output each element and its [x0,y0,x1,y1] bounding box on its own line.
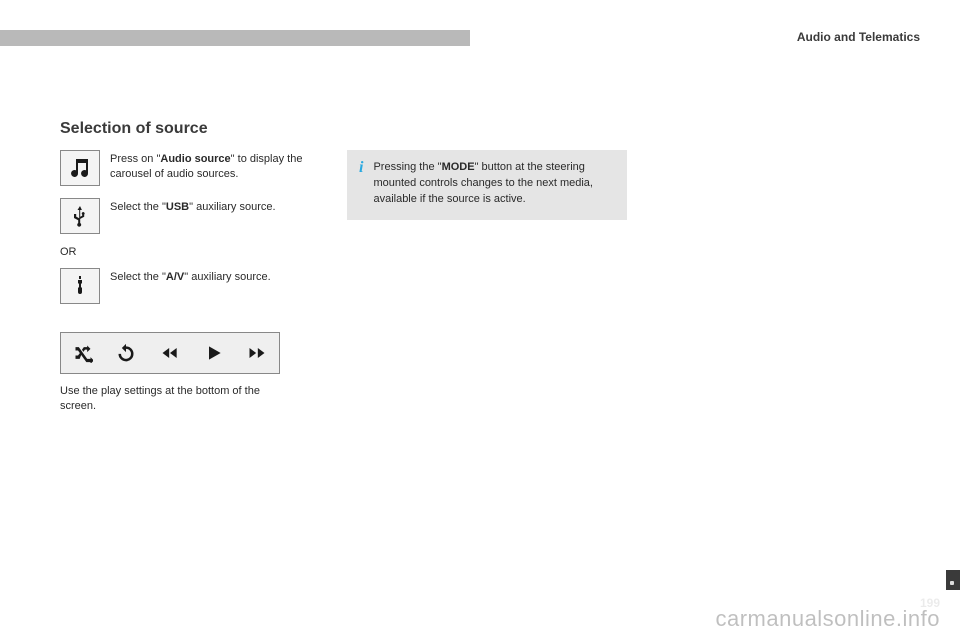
repeat-icon[interactable] [116,343,136,363]
usb-icon [60,198,100,234]
watermark: carmanualsonline.info [715,606,940,632]
page-edge-dot [950,581,954,585]
row-audio-source-text: Press on "Audio source" to display the c… [110,150,320,182]
music-note-icon [60,150,100,186]
shuffle-icon[interactable] [73,343,93,363]
header-category: Audio and Telematics [797,30,920,44]
text-bold: Audio source [160,153,230,165]
header-bar [0,30,470,46]
play-controls-caption: Use the play settings at the bottom of t… [60,384,290,414]
text-part: Select the " [110,271,166,283]
text-bold: USB [166,201,189,213]
section-title: Selection of source [60,120,900,138]
previous-track-icon[interactable] [160,343,180,363]
text-part: Press on " [110,153,160,165]
info-icon: i [359,160,363,176]
row-usb-text: Select the "USB" auxiliary source. [110,198,276,215]
row-av: Select the "A/V" auxiliary source. [60,268,900,304]
row-av-text: Select the "A/V" auxiliary source. [110,268,271,285]
text-bold: A/V [166,271,184,283]
jack-plug-icon [60,268,100,304]
text-part: Select the " [110,201,166,213]
text-part: " auxiliary source. [189,201,275,213]
play-controls-bar [60,332,280,374]
text-part: " auxiliary source. [184,271,270,283]
info-text: Pressing the "MODE" button at the steeri… [373,160,615,208]
next-track-icon[interactable] [247,343,267,363]
page-edge-tab [946,570,960,590]
or-separator: OR [60,246,900,258]
text-part: Pressing the " [373,161,441,173]
play-icon[interactable] [204,343,224,363]
info-box: i Pressing the "MODE" button at the stee… [347,150,627,220]
text-bold: MODE [442,161,475,173]
